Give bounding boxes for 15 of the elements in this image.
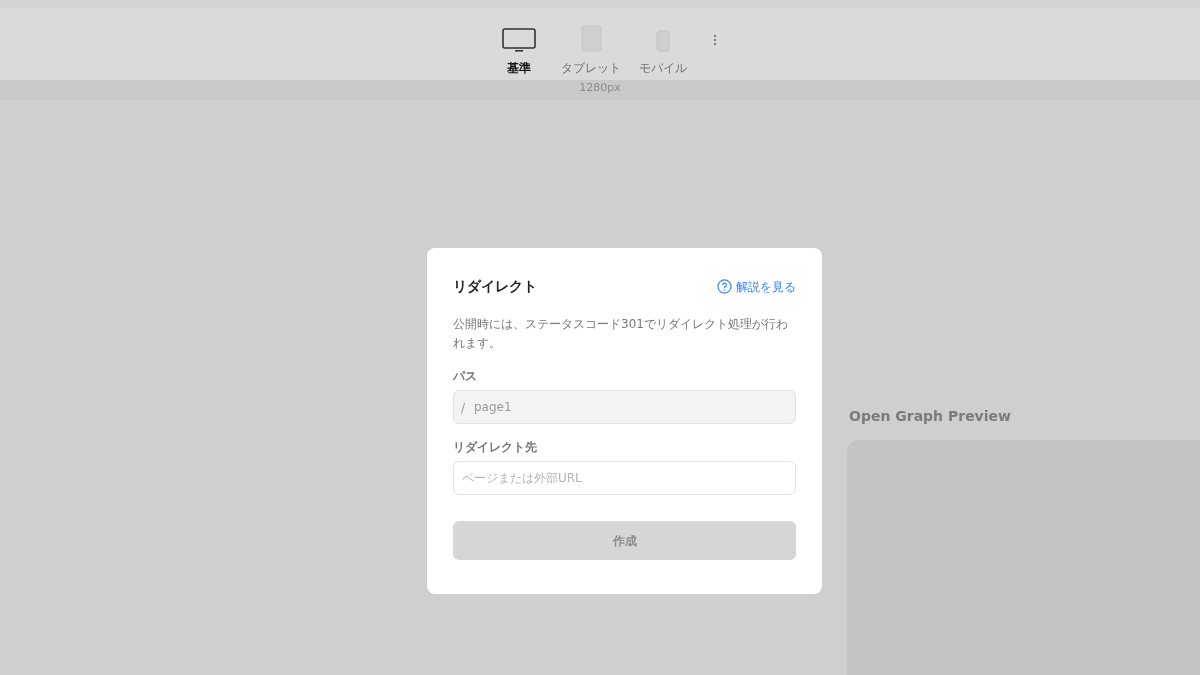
section-title: Open Graph Preview bbox=[849, 408, 1011, 424]
field-label: パス bbox=[453, 368, 478, 386]
dialog-title: リダイレクト bbox=[453, 277, 537, 296]
path-prefix: / bbox=[461, 400, 466, 418]
input-field[interactable]: ページまたは外部URL bbox=[453, 461, 796, 496]
field-label: リダイレクト先 bbox=[453, 439, 538, 457]
description-text: 公開時には、ステータスコード301でリダイレクト処理が行われます。 bbox=[453, 316, 789, 353]
help-icon bbox=[717, 279, 732, 294]
device-tab[interactable]: タブレット bbox=[555, 24, 627, 77]
help-link[interactable]: 解説を見る bbox=[717, 277, 796, 296]
more-icon[interactable] bbox=[713, 34, 717, 46]
device-tab[interactable]: 基準 bbox=[483, 24, 555, 77]
ruler-width-label: 1280px bbox=[579, 81, 621, 94]
device-tab[interactable]: モバイル bbox=[627, 24, 699, 77]
monitor-icon bbox=[502, 28, 536, 52]
